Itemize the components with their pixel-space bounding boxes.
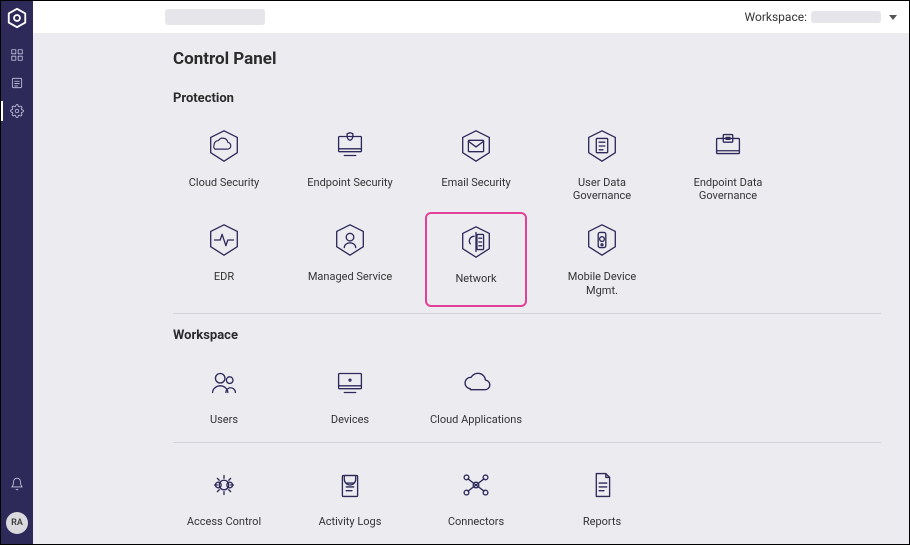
- tile-label: Access Control: [187, 515, 261, 528]
- workspace-dropdown-caret[interactable]: [889, 15, 897, 20]
- tile-label: Cloud Security: [189, 176, 260, 189]
- notifications-button[interactable]: [1, 470, 33, 498]
- access-control-icon: [204, 465, 244, 505]
- email-security-icon: [456, 126, 496, 166]
- tile-label: Network: [455, 272, 496, 285]
- section-divider: [173, 442, 881, 443]
- user-data-governance-icon: [582, 126, 622, 166]
- nav-dashboard[interactable]: [1, 41, 33, 69]
- tile-connectors[interactable]: Connectors: [425, 457, 527, 538]
- tile-label: Email Security: [441, 176, 510, 189]
- tile-endpoint-security[interactable]: Endpoint Security: [299, 118, 401, 212]
- endpoint-data-governance-icon: [708, 126, 748, 166]
- tile-network[interactable]: Network: [425, 212, 527, 306]
- tile-user-data-governance[interactable]: User Data Governance: [551, 118, 653, 212]
- network-icon: [456, 222, 496, 262]
- tile-access-control[interactable]: Access Control: [173, 457, 275, 538]
- tile-label: Endpoint Data Governance: [679, 176, 777, 202]
- user-avatar[interactable]: RA: [6, 512, 28, 534]
- cloud-applications-icon: [456, 363, 496, 403]
- section-title-protection: Protection: [173, 91, 881, 106]
- sidebar: RA: [1, 1, 33, 544]
- tile-mobile-device-mgmt[interactable]: Mobile Device Mgmt.: [551, 212, 653, 306]
- tile-label: Users: [210, 413, 238, 426]
- tile-label: EDR: [214, 270, 234, 283]
- tile-label: Mobile Device Mgmt.: [553, 270, 651, 296]
- tile-devices[interactable]: Devices: [299, 355, 401, 436]
- connectors-icon: [456, 465, 496, 505]
- tile-reports[interactable]: Reports: [551, 457, 653, 538]
- brand-logo: [6, 7, 28, 29]
- managed-service-icon: [330, 220, 370, 260]
- section-divider: [173, 313, 881, 314]
- tile-label: Connectors: [448, 515, 504, 528]
- edr-icon: [204, 220, 244, 260]
- workspace-grid-1: Users Devices Cloud Applications: [173, 355, 881, 436]
- protection-grid: Cloud Security Endpoint Security Email S…: [173, 118, 881, 307]
- tile-endpoint-data-governance[interactable]: Endpoint Data Governance: [677, 118, 779, 212]
- tile-activity-logs[interactable]: Activity Logs: [299, 457, 401, 538]
- tile-users[interactable]: Users: [173, 355, 275, 436]
- section-title-workspace: Workspace: [173, 328, 881, 343]
- workspace-name-redacted: [811, 11, 881, 23]
- main-area: Workspace: Control Panel Protection Clou…: [33, 1, 909, 544]
- tile-edr[interactable]: EDR: [173, 212, 275, 306]
- tile-label: Devices: [331, 413, 369, 426]
- users-icon: [204, 363, 244, 403]
- devices-icon: [330, 363, 370, 403]
- tile-managed-service[interactable]: Managed Service: [299, 212, 401, 306]
- reports-icon: [582, 465, 622, 505]
- workspace-grid-2: Access Control Activity Logs Connectors …: [173, 457, 881, 538]
- tile-email-security[interactable]: Email Security: [425, 118, 527, 212]
- tile-label: Activity Logs: [319, 515, 382, 528]
- tile-label: Reports: [583, 515, 621, 528]
- endpoint-security-icon: [330, 126, 370, 166]
- avatar-initials: RA: [11, 518, 23, 528]
- tile-cloud-applications[interactable]: Cloud Applications: [425, 355, 527, 436]
- tile-label: Managed Service: [308, 270, 392, 283]
- page-title: Control Panel: [173, 49, 881, 69]
- tile-label: User Data Governance: [553, 176, 651, 202]
- cloud-security-icon: [204, 126, 244, 166]
- workspace-label: Workspace:: [745, 10, 807, 24]
- tile-label: Cloud Applications: [430, 413, 522, 426]
- mobile-device-mgmt-icon: [582, 220, 622, 260]
- activity-logs-icon: [330, 465, 370, 505]
- tile-cloud-security[interactable]: Cloud Security: [173, 118, 275, 212]
- brand-name-redacted: [165, 9, 265, 25]
- nav-settings[interactable]: [1, 97, 33, 125]
- tile-label: Endpoint Security: [307, 176, 392, 189]
- topbar: Workspace:: [33, 1, 909, 33]
- nav-list[interactable]: [1, 69, 33, 97]
- content: Control Panel Protection Cloud Security …: [33, 33, 909, 544]
